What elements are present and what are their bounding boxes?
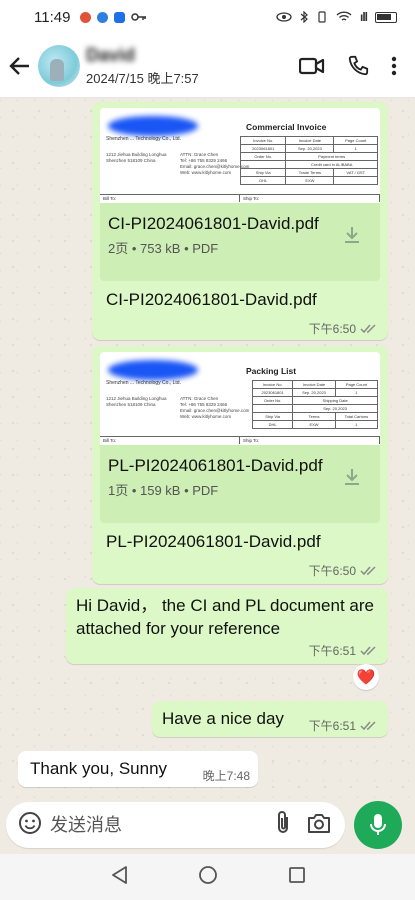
thumb-company: Shenzhen ... Technology Co., Ltd. [106,380,181,386]
circle-home-icon [198,865,217,884]
nav-back-button[interactable] [110,865,128,890]
back-button[interactable] [2,34,38,98]
message-time: 下午6:50 [308,322,356,336]
message-text: Thank you, Sunny [30,759,168,778]
reaction-badge[interactable]: ❤️ [353,664,379,690]
emoji-icon [19,811,41,834]
document-info[interactable]: CI-PI2024061801-David.pdf 2页 • 753 kB • … [100,203,380,281]
triangle-back-icon [111,865,127,884]
text-message-in[interactable]: Thank you, Sunny 晚上7:48 [18,751,258,787]
last-seen: 2024/7/15 晚上7:57 [86,70,199,86]
thumb-bill-ship: Bill To: Ship To: [100,436,380,444]
bluetooth-icon [300,11,308,23]
status-bar: 11:49 ıll [0,0,415,34]
composer [0,798,415,854]
paperclip-icon [278,810,288,833]
document-info[interactable]: PL-PI2024061801-David.pdf 1页 • 159 kB • … [100,445,380,523]
arrow-left-icon [9,56,29,75]
thumb-table: Invoice No. Invoice Date Page Count 202306… [251,380,379,429]
double-check-icon [360,645,376,655]
eye-icon [276,12,292,22]
document-thumbnail[interactable]: Commercial Invoice Shenzhen ... Technolo… [100,108,380,203]
status-time: 11:49 [34,8,71,26]
thumb-company: Shenzhen ... Technology Co., Ltd. [106,136,181,142]
video-call-button[interactable] [299,56,325,76]
message-time: 晚上7:48 [202,769,250,783]
document-thumbnail[interactable]: Packing List Shenzhen ... Technology Co.… [100,352,380,445]
header-actions [299,55,397,77]
message-meta: 下午6:50 [309,562,378,579]
double-check-icon [360,565,376,575]
message-text: Hi David， the CI and PL document are att… [76,596,374,638]
thumb-contact: ATTN: Grace Chen Tel: +86 755 8329 2466 … [180,152,250,175]
download-icon [345,469,359,485]
contact-info[interactable]: David 2024/7/15 晚上7:57 [86,45,199,87]
message-meta: 下午6:51 [309,642,378,659]
battery-icon [375,11,397,23]
voice-record-button[interactable] [354,801,402,849]
thumb-title: Commercial Invoice [246,122,327,132]
contact-avatar[interactable] [38,44,80,87]
app-notification-icon [80,11,92,23]
document-message-pl[interactable]: Packing List Shenzhen ... Technology Co.… [92,346,388,584]
document-file-name: CI-PI2024061801-David.pdf [108,214,319,233]
message-input-box [6,802,345,848]
message-time: 下午6:51 [308,719,356,733]
signal-icon: ıll [359,10,368,24]
wifi-icon [336,11,352,21]
thumb-bill-ship: Bill To: Ship To: [100,194,380,202]
chat-header: David 2024/7/15 晚上7:57 [0,34,415,98]
vibrate-icon [318,11,326,23]
message-text: Have a nice day [162,709,284,728]
camera-icon [308,813,330,833]
document-caption: CI-PI2024061801-David.pdf [106,290,317,309]
thumb-title: Packing List [246,366,297,376]
more-vertical-icon [391,56,397,75]
document-caption: PL-PI2024061801-David.pdf [106,532,321,551]
download-icon [345,227,359,243]
thumb-contact: ATTN: Grace Chen Tel: +86 755 8329 2466 … [180,396,250,419]
camera-button[interactable] [307,812,331,839]
thumb-address: 1212 Jiehua Building Longhua Shenzhen 51… [106,396,167,407]
emoji-button[interactable] [18,811,42,840]
thumb-table: Invoice No. Invoice Date Page Count 202306… [239,136,378,185]
contact-name: David [86,44,136,65]
double-check-icon [360,720,376,730]
document-message-ci[interactable]: Commercial Invoice Shenzhen ... Technolo… [92,102,388,340]
message-time: 下午6:51 [308,644,356,658]
message-meta: 下午6:51 [309,717,378,734]
nav-recents-button[interactable] [288,866,306,889]
system-navigation-bar [0,854,415,900]
heart-icon: ❤️ [356,669,376,686]
app-notification-icon [114,11,126,23]
status-system-icons: ıll [276,10,397,24]
document-file-name: PL-PI2024061801-David.pdf [108,456,323,475]
attach-button[interactable] [275,810,291,841]
company-logo-blurred [108,360,198,380]
square-recents-icon [288,866,305,883]
download-button[interactable] [342,225,362,250]
message-input[interactable] [50,814,240,836]
key-icon [131,13,147,21]
phone-icon [348,55,369,75]
status-notification-icons [80,11,147,23]
company-logo-blurred [108,116,198,136]
text-message-out[interactable]: Hi David， the CI and PL document are att… [66,588,388,664]
download-button[interactable] [342,467,362,492]
more-options-button[interactable] [391,56,397,76]
thumb-address: 1212 Jiehua Building Longhua Shenzhen 51… [106,152,167,163]
message-meta: 晚上7:48 [203,767,250,784]
message-meta: 下午6:50 [309,320,378,337]
text-message-out[interactable]: Have a nice day 下午6:51 [152,701,388,737]
message-time: 下午6:50 [308,564,356,578]
video-camera-icon [299,57,325,74]
app-notification-icon [97,11,109,23]
document-file-meta: 2页 • 753 kB • PDF [108,241,219,256]
voice-call-button[interactable] [347,55,369,77]
nav-home-button[interactable] [198,865,218,890]
document-file-meta: 1页 • 159 kB • PDF [108,483,219,498]
microphone-icon [370,814,386,835]
message-list[interactable]: Commercial Invoice Shenzhen ... Technolo… [0,98,415,798]
double-check-icon [360,323,376,333]
